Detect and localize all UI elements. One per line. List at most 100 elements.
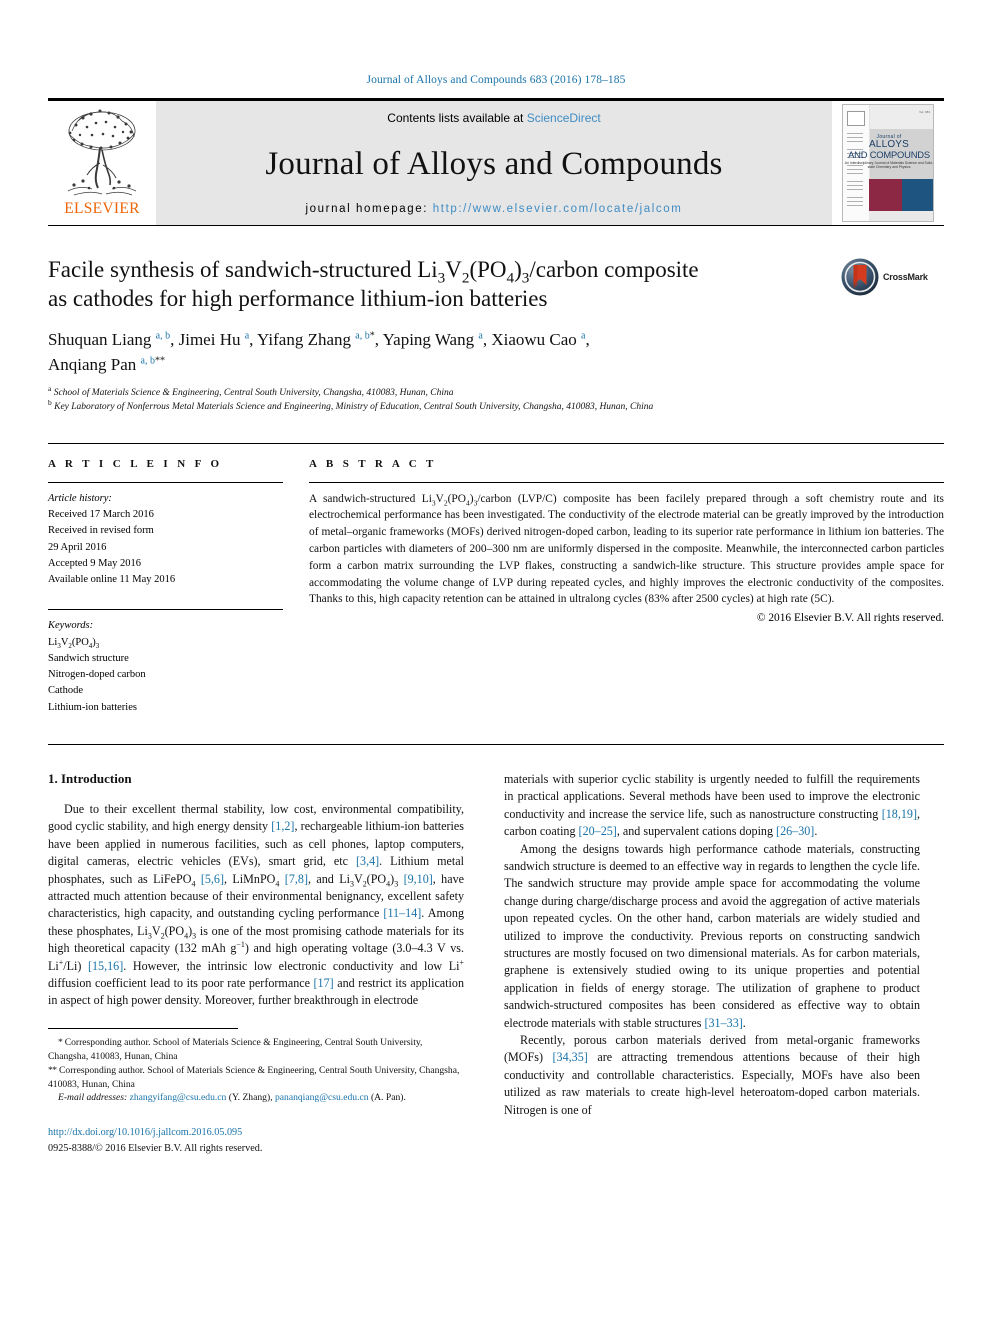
keywords-group: Keywords: Li3V2(PO4)3 Sandwich structure… <box>48 601 283 716</box>
crossmark-label: CrossMark <box>883 272 928 282</box>
keyword-item: Cathode <box>48 685 83 697</box>
email-link[interactable]: zhangyifang@csu.edu.cn <box>130 1092 227 1103</box>
cover-blue-block <box>902 179 933 211</box>
elsevier-wordmark: ELSEVIER <box>64 200 140 217</box>
body-column-left: 1. Introduction Due to their excellent t… <box>48 771 464 1156</box>
affiliation-item: b Key Laboratory of Nonferrous Metal Mat… <box>48 398 944 414</box>
article-page: Journal of Alloys and Compounds 683 (201… <box>0 0 992 1323</box>
footnote-text: Corresponding author. School of Material… <box>48 1064 460 1090</box>
title-line-1: Facile synthesis of sandwich-structured … <box>48 257 699 287</box>
article-info-column: A R T I C L E I N F O Article history: R… <box>48 458 283 716</box>
email-link[interactable]: pananqiang@csu.edu.cn <box>275 1092 369 1103</box>
article-history-group: Article history: Received 17 March 2016 … <box>48 483 283 589</box>
affiliation-text: Key Laboratory of Nonferrous Metal Mater… <box>54 402 654 413</box>
crossmark-badge[interactable]: CrossMark <box>840 256 944 298</box>
title-line-2: as cathodes for high performance lithium… <box>48 285 548 311</box>
footnote-text: Corresponding author. School of Material… <box>48 1036 423 1062</box>
email-owner: (A. Pan). <box>370 1092 406 1104</box>
email-label: E-mail addresses: <box>58 1092 128 1104</box>
article-history-title: Article history: <box>48 492 112 504</box>
citation-link[interactable]: [15,16] <box>88 959 123 973</box>
author-item: Anqiang Pan a, b** <box>48 354 165 374</box>
citation-link[interactable]: [7,8] <box>285 872 308 886</box>
doi-block: http://dx.doi.org/10.1016/j.jallcom.2016… <box>48 1125 464 1156</box>
journal-masthead: ELSEVIER Contents lists available at Sci… <box>48 98 944 226</box>
paragraph: materials with superior cyclic stability… <box>504 771 920 839</box>
body-column-right: materials with superior cyclic stability… <box>504 771 920 1156</box>
homepage-prefix: journal homepage: <box>305 203 433 215</box>
cover-bottom-band <box>869 211 933 221</box>
homepage-url[interactable]: http://www.elsevier.com/locate/jalcom <box>433 203 683 215</box>
email-owner: (Y. Zhang), <box>228 1092 273 1104</box>
doi-link[interactable]: http://dx.doi.org/10.1016/j.jallcom.2016… <box>48 1125 464 1140</box>
info-abstract-section: A R T I C L E I N F O Article history: R… <box>48 442 944 716</box>
page-title: Facile synthesis of sandwich-structured … <box>48 256 818 314</box>
keywords-title: Keywords: <box>48 620 94 632</box>
history-item: Received 17 March 2016 <box>48 508 154 520</box>
abstract-heading: A B S T R A C T <box>309 457 437 470</box>
author-item: Jimei Hu a <box>178 329 250 349</box>
cover-spine-box <box>847 111 865 126</box>
citation-link[interactable]: [1,2] <box>271 819 294 833</box>
cover-title-line3: AND COMPOUNDS <box>848 149 930 161</box>
citation-link[interactable]: [11–14] <box>383 906 421 920</box>
journal-cover-thumbnail: Vol. 683 Journal of ALLOYS AND COMPOUNDS… <box>832 101 944 225</box>
citation-link[interactable]: [20–25] <box>579 824 617 838</box>
footnote-emails: E-mail addresses: zhangyifang@csu.edu.cn… <box>48 1091 464 1105</box>
author-item: Yaping Wang a <box>382 329 483 349</box>
cover-image: Vol. 683 Journal of ALLOYS AND COMPOUNDS… <box>842 104 934 222</box>
paragraph: Among the designs towards high performan… <box>504 841 920 1030</box>
affiliation-list: a School of Materials Science & Engineer… <box>48 384 944 415</box>
section-heading-introduction: 1. Introduction <box>48 770 132 786</box>
citation-link[interactable]: [26–30] <box>776 824 814 838</box>
running-head: Journal of Alloys and Compounds 683 (201… <box>366 74 626 86</box>
divider <box>48 609 283 611</box>
affiliation-item: a School of Materials Science & Engineer… <box>48 384 944 400</box>
author-item: Xiaowu Cao a <box>491 329 586 349</box>
journal-homepage-line: journal homepage: http://www.elsevier.co… <box>306 203 683 215</box>
crossmark-icon <box>841 258 879 296</box>
abstract-copyright: © 2016 Elsevier B.V. All rights reserved… <box>756 612 944 625</box>
abstract-text: A sandwich-structured Li3V2(PO4)3/carbon… <box>309 492 944 606</box>
paragraph: Recently, porous carbon materials derive… <box>504 1033 920 1117</box>
citation-link[interactable]: [17] <box>314 976 334 990</box>
keyword-item: Lithium-ion batteries <box>48 701 137 713</box>
keyword-item: Nitrogen-doped carbon <box>48 669 146 681</box>
journal-title: Journal of Alloys and Compounds <box>265 145 723 182</box>
elsevier-logo: ELSEVIER <box>48 101 156 225</box>
citation-link[interactable]: [18,19] <box>882 807 917 821</box>
footnote-marker: ** <box>48 1064 57 1076</box>
footnote-rule <box>48 1027 238 1036</box>
citation-link[interactable]: [31–33] <box>704 1016 742 1030</box>
history-item: Available online 11 May 2016 <box>48 574 176 586</box>
sciencedirect-link[interactable]: ScienceDirect <box>527 111 601 125</box>
keyword-item: Sandwich structure <box>48 652 129 664</box>
history-item: Received in revised form <box>48 525 154 537</box>
cover-corner-text: Vol. 683 <box>919 110 930 114</box>
footnote-item: * Corresponding author. School of Materi… <box>48 1036 464 1064</box>
affiliation-label: b <box>48 398 52 408</box>
citation-link[interactable]: [3,4] <box>356 854 379 868</box>
citation-link[interactable]: [5,6] <box>201 872 224 886</box>
cover-subtitle: An Interdisciplinary Journal of Material… <box>844 160 934 170</box>
issn-copyright: 0925-8388/© 2016 Elsevier B.V. All right… <box>48 1142 263 1154</box>
affiliation-text: School of Materials Science & Engineerin… <box>53 388 454 399</box>
citation-link[interactable]: [34,35] <box>553 1050 588 1064</box>
elsevier-tree-icon <box>67 109 137 196</box>
author-item: Yifang Zhang a, b* <box>257 329 375 349</box>
author-list: Shuquan Liang a, b, Jimei Hu a, Yifang Z… <box>48 329 590 374</box>
keyword-item: Li3V2(PO4)3 <box>48 636 100 650</box>
title-block: Facile synthesis of sandwich-structured … <box>48 256 944 415</box>
cover-title-block: Journal of ALLOYS AND COMPOUNDS An Inter… <box>843 134 934 170</box>
paragraph: Due to their excellent thermal stability… <box>48 801 465 1008</box>
contents-prefix: Contents lists available at <box>387 111 527 125</box>
affiliation-label: a <box>48 384 52 394</box>
cover-red-block <box>869 179 902 211</box>
cover-top-band <box>869 105 933 129</box>
history-item: 29 April 2016 <box>48 541 107 553</box>
citation-link[interactable]: [9,10] <box>404 872 433 886</box>
masthead-center: Contents lists available at ScienceDirec… <box>156 101 832 225</box>
abstract-column: A B S T R A C T A sandwich-structured Li… <box>309 458 944 716</box>
history-item: Accepted 9 May 2016 <box>48 557 142 569</box>
author-item: Shuquan Liang a, b <box>48 329 171 349</box>
